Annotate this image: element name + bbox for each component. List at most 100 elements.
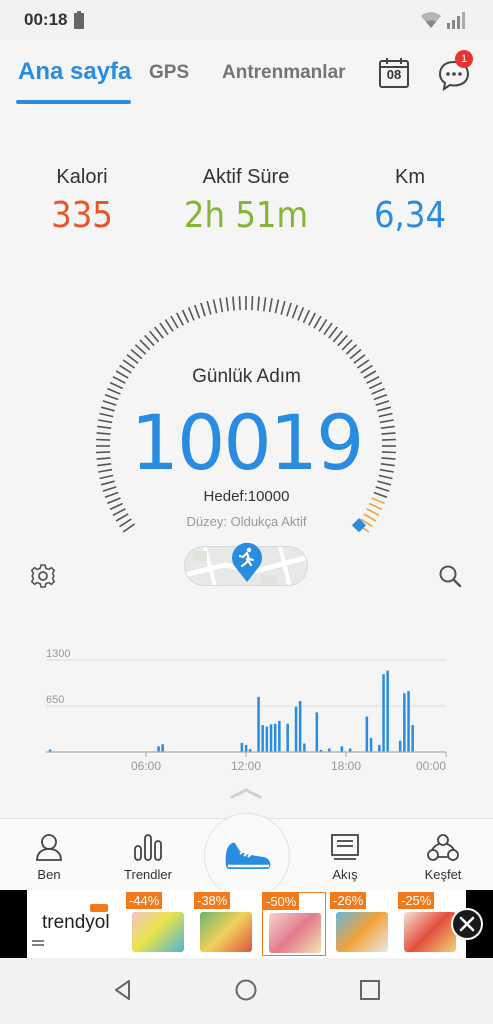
nav-discover[interactable]: Keşfet [403, 833, 483, 882]
gauge-tick [187, 307, 195, 321]
ad-brand-logo: trendyol [42, 912, 110, 933]
calories-value: 335 [51, 195, 113, 236]
chart-bar [257, 696, 260, 752]
calendar-button[interactable]: 08 [378, 57, 410, 89]
distance-value: 6,34 [373, 195, 447, 236]
gauge-tick [280, 300, 286, 315]
ad-brand-tag [90, 904, 108, 912]
ad-discount: -50% [263, 893, 300, 910]
daily-steps-gauge: Günlük Adım 10019 Hedef:10000 Düzey: Old… [0, 276, 493, 586]
notification-badge: 1 [455, 50, 473, 68]
chart-bar [378, 744, 381, 752]
chart-x-tick-label: 00:00 [416, 759, 446, 773]
ad-product[interactable]: -44% [126, 892, 190, 956]
gauge-tick [139, 339, 151, 351]
chart-bar [244, 744, 248, 752]
running-pin-icon[interactable] [230, 542, 264, 582]
active-tab-indicator [16, 100, 131, 104]
ad-discount: -44% [126, 892, 163, 909]
chart-bar [303, 743, 306, 752]
gauge-tick [297, 307, 305, 321]
ad-product[interactable]: -50% [262, 892, 326, 956]
gauge-tick [353, 354, 366, 364]
gauge-tick [154, 326, 164, 339]
chart-bar [386, 670, 389, 752]
ad-close-button[interactable] [451, 908, 483, 940]
nav-workout-center[interactable] [204, 813, 290, 899]
chart-x-tick-label: 12:00 [231, 759, 261, 773]
ad-product-image [269, 913, 321, 953]
gauge-tick [257, 296, 260, 311]
gauge-tick [175, 312, 184, 326]
recents-icon[interactable] [358, 978, 382, 1002]
ad-banner[interactable]: trendyol -44% -38% -50% -26% -25% [0, 890, 493, 958]
gauge-tick [291, 304, 299, 319]
gauge-tick [286, 302, 292, 317]
calories-label: Kalori [56, 166, 108, 188]
system-navigation-bar [0, 958, 493, 1024]
gauge-tick [164, 319, 174, 332]
gauge-tick [263, 297, 267, 312]
chart-bar [298, 701, 302, 752]
tab-home[interactable]: Ana sayfa [18, 58, 131, 86]
hourly-steps-chart: 1300 650 06:00 12:00 18:00 00:00 [0, 646, 493, 796]
gauge-tick [274, 299, 280, 314]
nav-flow[interactable]: Akış [305, 833, 385, 882]
gauge-tick [200, 302, 206, 317]
close-icon [459, 916, 475, 932]
calendar-day: 08 [386, 67, 402, 82]
gauge-tick [318, 319, 328, 332]
gauge-tick [181, 309, 190, 324]
network-icon [427, 834, 459, 861]
person-icon [36, 834, 62, 861]
tab-gps[interactable]: GPS [149, 62, 189, 84]
tab-training[interactable]: Antrenmanlar [222, 62, 346, 84]
chevron-up-icon[interactable] [229, 786, 263, 800]
stat-calories: Kalori 335 [32, 166, 132, 236]
chart-bar [157, 746, 160, 752]
chart-bar [407, 691, 410, 752]
nav-me[interactable]: Ben [9, 833, 89, 882]
nav-discover-label: Keşfet [424, 867, 462, 882]
distance-label: Km [395, 166, 425, 188]
messages-button[interactable]: 1 [437, 50, 473, 92]
gauge-tick [308, 312, 317, 326]
active-time-value: 2h 51m [183, 195, 309, 236]
gauge-tick [225, 297, 229, 312]
gauge-tick [159, 322, 169, 336]
back-icon[interactable] [111, 978, 135, 1002]
gauge-tick [107, 387, 121, 395]
chart-bar [273, 723, 277, 752]
gauge-tick [170, 315, 179, 329]
chart-y-tick-label: 1300 [46, 648, 70, 660]
gauge-tick [323, 322, 333, 336]
ad-product-image [200, 912, 252, 952]
menu-lines-icon [32, 940, 44, 946]
nav-trends-label: Trendler [124, 867, 172, 882]
chart-bar [382, 674, 385, 752]
gauge-tick [341, 339, 353, 351]
ad-product[interactable]: -26% [330, 892, 394, 956]
chart-x-tick-label: 18:00 [331, 759, 361, 773]
ad-product[interactable]: -38% [194, 892, 258, 956]
chart-bar [340, 746, 344, 752]
chart-bar [398, 740, 402, 752]
step-goal: Hedef:10000 [203, 488, 290, 505]
search-icon[interactable] [437, 563, 463, 589]
gauge-tick [332, 330, 344, 343]
nav-trends[interactable]: Trendler [108, 833, 188, 882]
gauge-tick [148, 330, 160, 343]
wifi-icon [421, 12, 441, 28]
home-icon[interactable] [234, 978, 258, 1002]
settings-gear-icon[interactable] [30, 563, 56, 589]
gauge-tick [219, 298, 224, 313]
chart-bar [403, 693, 406, 752]
bottom-navigation: Ben Trendler Akış Keşfet [0, 813, 493, 905]
stat-distance: Km 6,34 [360, 166, 460, 236]
gauge-tick [337, 334, 348, 347]
gauge-tick [251, 296, 254, 311]
gauge-tick [328, 326, 338, 339]
status-bar: 00:18 [0, 0, 493, 40]
chart-bar [161, 744, 164, 752]
gauge-tick [371, 387, 385, 395]
